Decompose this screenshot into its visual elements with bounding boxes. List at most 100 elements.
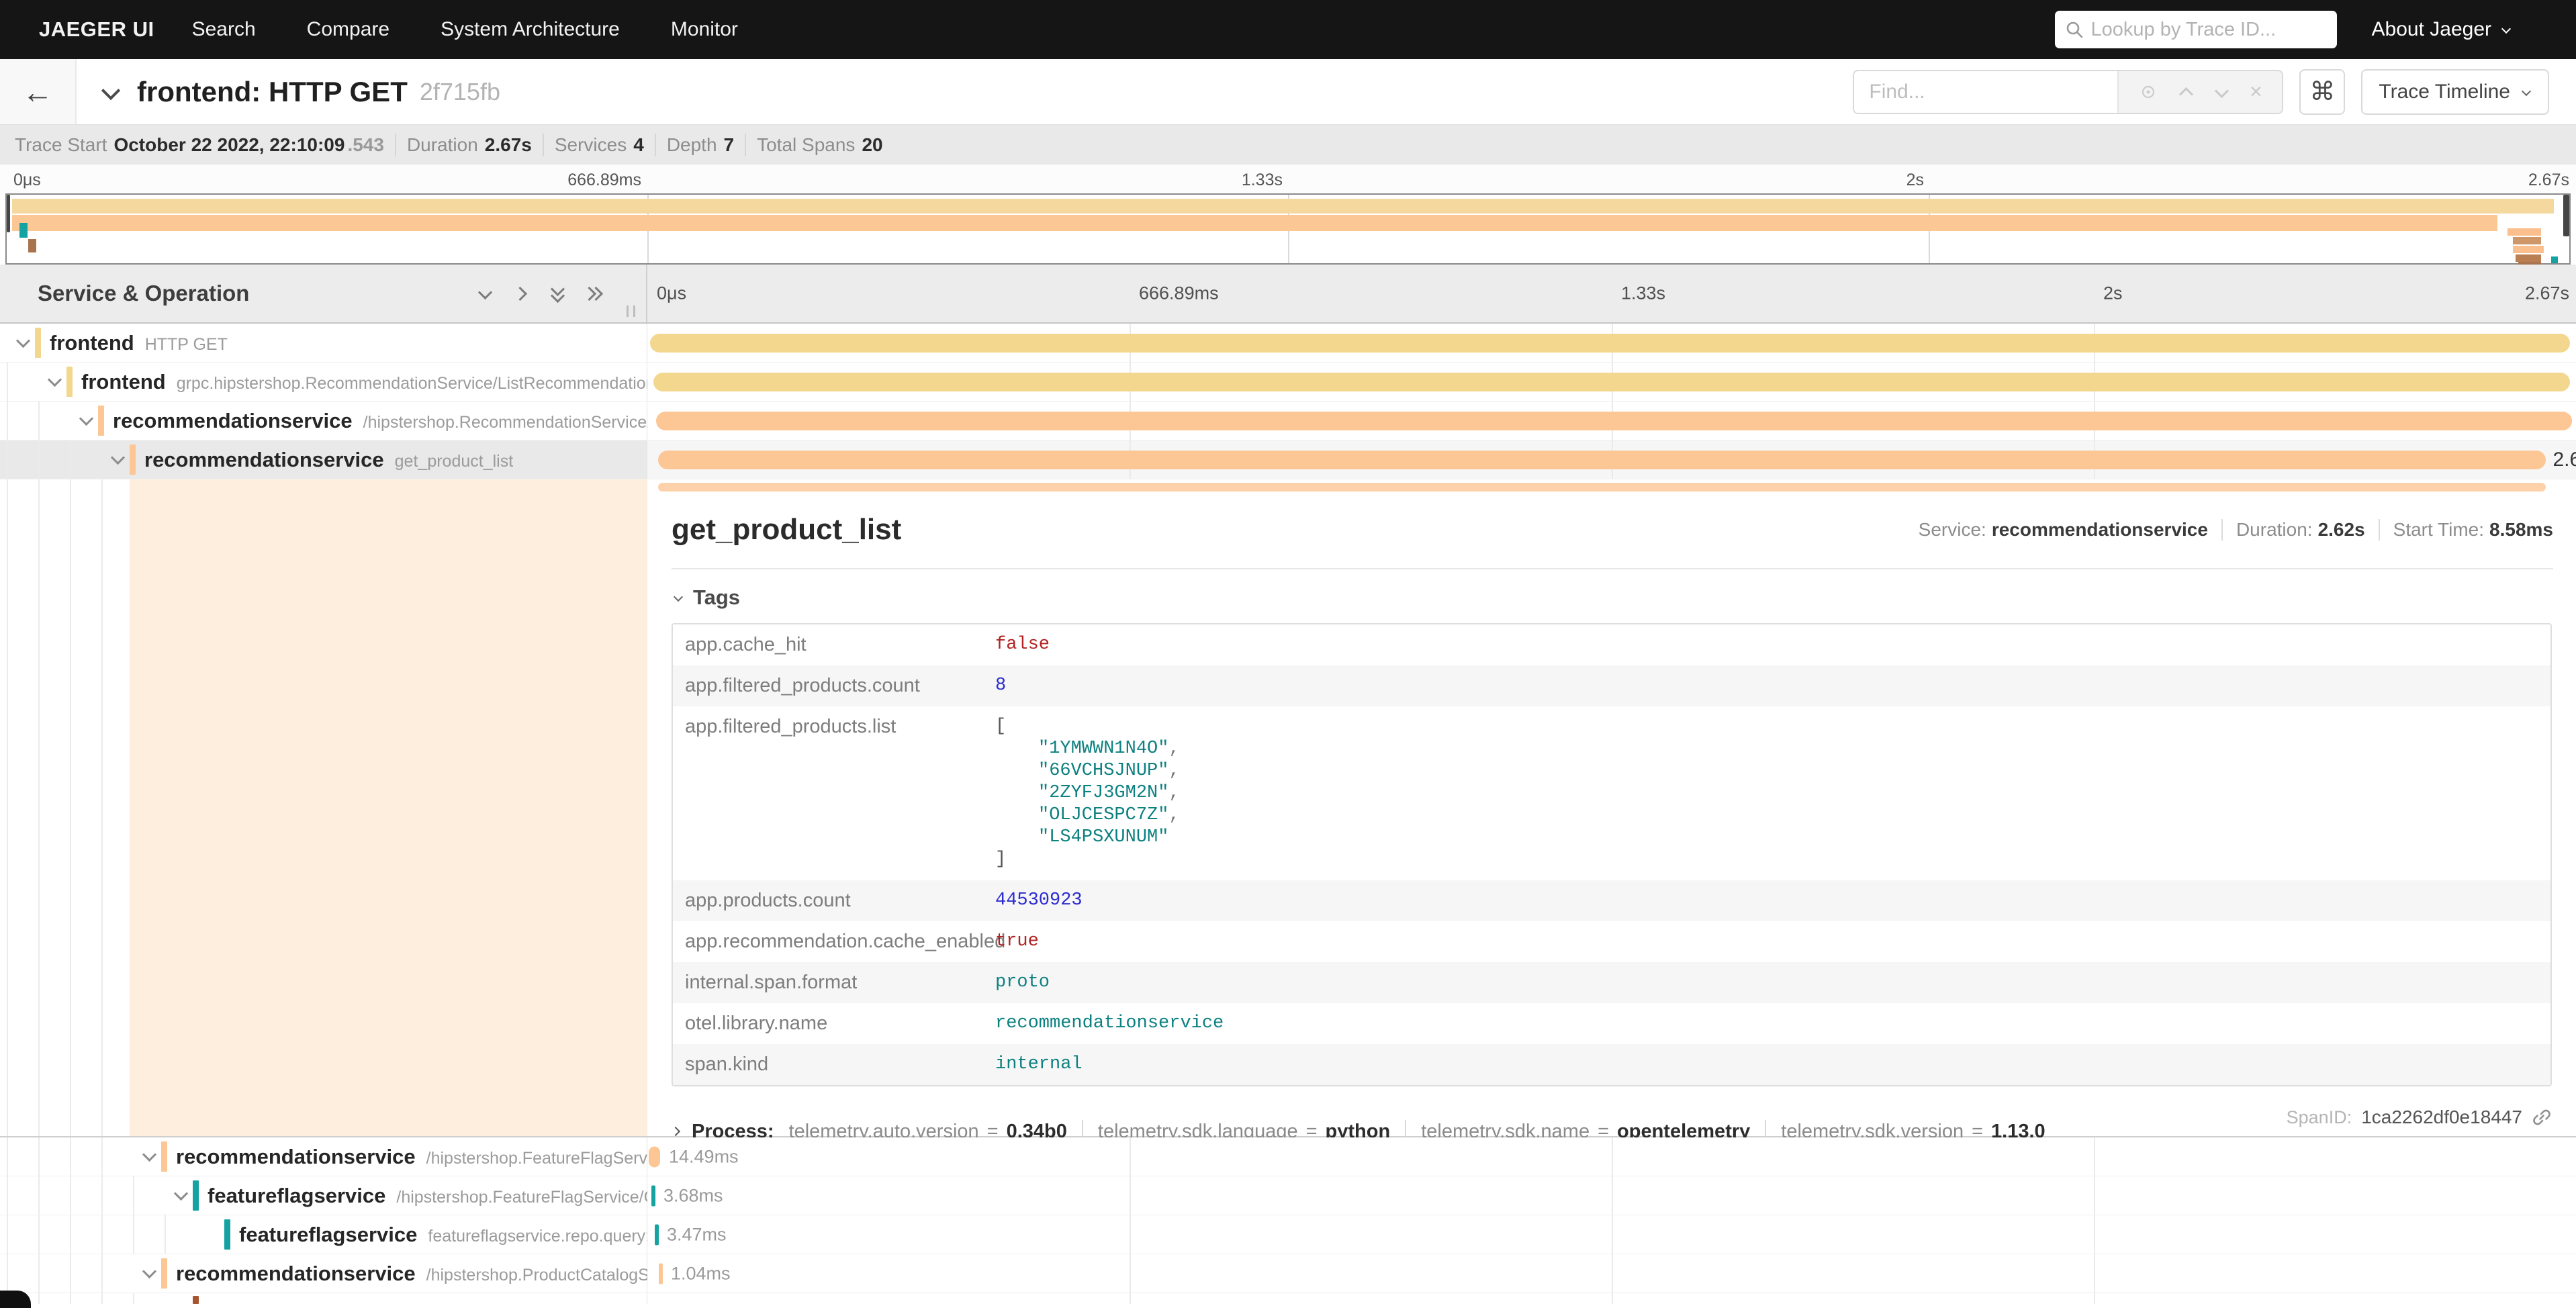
- span-row[interactable]: recommendationservice/hipstershop.Produc…: [0, 1254, 2576, 1293]
- span-timeline-cell[interactable]: 1.04ms: [647, 1254, 2576, 1293]
- span-name-cell[interactable]: [0, 1293, 647, 1304]
- timeline-gridline: [1130, 1176, 1131, 1215]
- list-comma: ,: [1168, 761, 1179, 781]
- keyboard-shortcuts-button[interactable]: ⌘: [2299, 69, 2345, 115]
- trace-lookup-box[interactable]: [2055, 11, 2337, 48]
- span-name-cell[interactable]: recommendationservice/hipstershop.Recomm…: [0, 402, 647, 440]
- trace-summary-bar: Trace Start October 22 2022, 22:10:09 .5…: [0, 124, 2576, 165]
- indent-guide: [133, 1293, 134, 1304]
- collapse-all-icon[interactable]: [549, 285, 565, 301]
- nav-item-search[interactable]: Search: [192, 18, 256, 41]
- nav-item-monitor[interactable]: Monitor: [671, 18, 738, 41]
- span-name-cell[interactable]: frontendHTTP GET: [0, 324, 647, 362]
- span-name-cell[interactable]: featureflagservicefeatureflagservice.rep…: [0, 1215, 647, 1254]
- span-name-cell[interactable]: frontendgrpc.hipstershop.RecommendationS…: [0, 363, 647, 401]
- span-timeline-cell[interactable]: [647, 402, 2576, 440]
- expand-all-icon[interactable]: [586, 285, 602, 301]
- span-duration-bar[interactable]: [656, 412, 2572, 430]
- nav-item-compare[interactable]: Compare: [307, 18, 389, 41]
- collapse-one-icon[interactable]: [477, 285, 493, 301]
- span-mini-bar[interactable]: [655, 1224, 659, 1245]
- span-timeline-cell[interactable]: 2.62s: [647, 440, 2576, 479]
- span-row[interactable]: [0, 1293, 2576, 1304]
- span-name-cell[interactable]: recommendationservice/hipstershop.Produc…: [0, 1254, 647, 1293]
- span-name-cell[interactable]: recommendationservice/hipstershop.Featur…: [0, 1137, 647, 1176]
- span-row[interactable]: featureflagservice/hipstershop.FeatureFl…: [0, 1176, 2576, 1215]
- span-timeline-cell[interactable]: [647, 1293, 2576, 1304]
- span-id-value: 1ca2262df0e18447: [2361, 1107, 2522, 1128]
- find-input[interactable]: [1854, 71, 2117, 113]
- span-duration-bar[interactable]: [658, 451, 2546, 469]
- row-collapse-chevron[interactable]: [173, 1186, 189, 1203]
- about-jaeger-menu[interactable]: About Jaeger: [2372, 18, 2512, 41]
- span-timeline-cell[interactable]: [647, 363, 2576, 401]
- row-collapse-chevron[interactable]: [141, 1264, 157, 1280]
- span-service-name: featureflagservice: [208, 1184, 385, 1207]
- tag-key: app.products.count: [673, 880, 995, 921]
- list-string: "66VCHSJNUP": [1038, 761, 1168, 781]
- timeline-ticks: 0μs 666.89ms 1.33s 2s 2.67s: [647, 265, 2576, 322]
- row-collapse-chevron[interactable]: [15, 334, 31, 350]
- find-next-icon[interactable]: [2213, 84, 2229, 100]
- view-selector-button[interactable]: Trace Timeline: [2361, 69, 2549, 115]
- find-clear-icon[interactable]: ×: [2250, 79, 2262, 104]
- span-row[interactable]: frontendgrpc.hipstershop.RecommendationS…: [0, 363, 2576, 402]
- span-name: featureflagservicefeatureflagservice.rep…: [239, 1223, 678, 1247]
- link-icon[interactable]: [2532, 1107, 2552, 1127]
- row-collapse-chevron[interactable]: [109, 451, 126, 467]
- row-collapse-chevron[interactable]: [141, 1148, 157, 1164]
- find-prev-icon[interactable]: [2178, 84, 2194, 100]
- column-resize-grip[interactable]: [627, 306, 635, 317]
- span-row[interactable]: recommendationserviceget_product_list2.6…: [0, 440, 2576, 479]
- timeline-gridline: [1612, 1176, 1613, 1215]
- span-mini-bar[interactable]: [649, 1146, 660, 1167]
- row-collapse-chevron[interactable]: [46, 373, 62, 389]
- trace-lookup-input[interactable]: [2091, 19, 2328, 41]
- span-name: recommendationservice/hipstershop.Produc…: [176, 1262, 677, 1286]
- span-row[interactable]: recommendationservice/hipstershop.Recomm…: [0, 402, 2576, 440]
- tags-section-label: Tags: [693, 586, 740, 610]
- nav-item-system-architecture[interactable]: System Architecture: [441, 18, 620, 41]
- app-logo[interactable]: JAEGER UI: [39, 17, 154, 42]
- span-name-cell[interactable]: recommendationserviceget_product_list: [0, 440, 647, 479]
- span-duration-bar[interactable]: [650, 334, 2570, 353]
- timeline-tick: 0μs: [657, 283, 686, 304]
- span-operation-name: /hipstershop.FeatureFlagService...: [426, 1149, 683, 1168]
- tag-row: internal.span.formatproto: [673, 962, 2550, 1003]
- top-nav: JAEGER UI Search Compare System Architec…: [0, 0, 2576, 59]
- span-rows-bottom: recommendationservice/hipstershop.Featur…: [0, 1137, 2576, 1304]
- back-button[interactable]: ←: [0, 59, 77, 124]
- span-timeline-cell[interactable]: [647, 324, 2576, 362]
- indent-guide: [38, 440, 40, 479]
- span-operation-name: get_product_list: [395, 452, 514, 471]
- span-timeline-cell[interactable]: 14.49ms: [647, 1137, 2576, 1176]
- expand-one-icon[interactable]: [513, 285, 529, 301]
- minimap-right-scrubber[interactable]: [2563, 195, 2569, 236]
- span-mini-bar[interactable]: [651, 1185, 655, 1206]
- span-name-cell[interactable]: featureflagservice/hipstershop.FeatureFl…: [0, 1176, 647, 1215]
- span-mini-bar[interactable]: [659, 1263, 663, 1284]
- span-timeline-cell[interactable]: 3.47ms: [647, 1215, 2576, 1254]
- span-row[interactable]: frontendHTTP GET: [0, 324, 2576, 363]
- indent-guide: [70, 1215, 71, 1254]
- span-row[interactable]: recommendationservice/hipstershop.Featur…: [0, 1137, 2576, 1176]
- divider: [2221, 519, 2223, 541]
- span-timeline-cell[interactable]: 3.68ms: [647, 1176, 2576, 1215]
- timeline-gridline: [2094, 1176, 2095, 1215]
- span-detail-meta: Service:recommendationservice Duration:2…: [1919, 519, 2553, 541]
- service-meta: Service:recommendationservice: [1919, 519, 2208, 541]
- indent-guide: [70, 479, 71, 1136]
- minimap-left-scrubber[interactable]: [7, 195, 10, 232]
- row-collapse-chevron[interactable]: [78, 412, 94, 428]
- services-value: 4: [633, 134, 644, 156]
- tags-table: app.cache_hitfalseapp.filtered_products.…: [672, 623, 2552, 1086]
- tags-section-toggle[interactable]: Tags: [673, 586, 2553, 610]
- trace-collapse-chevron[interactable]: [101, 82, 121, 102]
- span-row[interactable]: featureflagservicefeatureflagservice.rep…: [0, 1215, 2576, 1254]
- span-duration-bar[interactable]: [653, 373, 2571, 391]
- tag-key: otel.library.name: [673, 1003, 995, 1044]
- focus-target-icon[interactable]: [2139, 83, 2158, 101]
- list-item: "1YMWWN1N4O",: [1038, 738, 2550, 760]
- tag-value: internal: [995, 1044, 2550, 1085]
- trace-minimap[interactable]: [5, 193, 2571, 265]
